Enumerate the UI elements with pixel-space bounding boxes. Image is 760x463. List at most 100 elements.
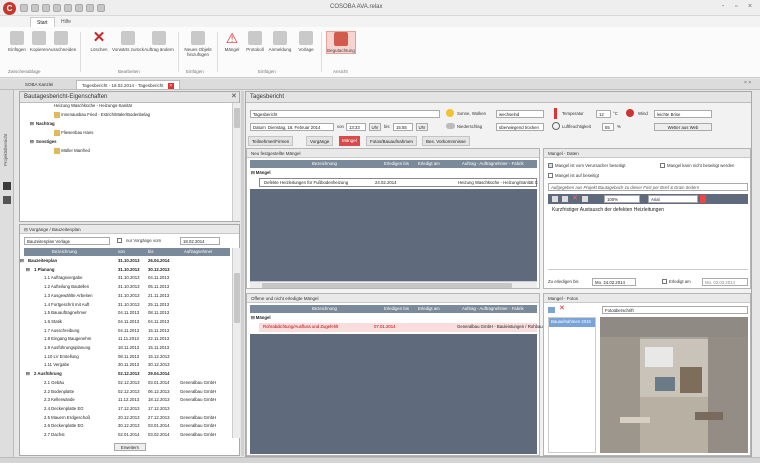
change-order-button[interactable]: Auftrag ändern	[144, 31, 174, 52]
report-tab[interactable]: Teilnehmer/Firmen	[248, 136, 294, 146]
report-tab[interactable]: Mängel	[339, 136, 360, 146]
col-header[interactable]: Erledigen bis	[384, 305, 409, 313]
plan-select[interactable]: Bauzeitenplan Vorlage	[24, 237, 110, 245]
tab-start[interactable]: Start	[30, 17, 55, 27]
list-group-header[interactable]: ⊟ Nachtrag	[30, 120, 55, 129]
col-header[interactable]: bis	[148, 248, 154, 256]
expand-button[interactable]: Erweitern	[114, 443, 146, 451]
copy-icon[interactable]	[562, 196, 568, 202]
close-panel-icon[interactable]: ✕	[231, 92, 237, 100]
from-time-field[interactable]: 13:33	[346, 123, 366, 131]
doc-tab-report[interactable]: Tagesbericht - 18.02.2014 - Tagesbericht…	[76, 80, 180, 89]
customize-icon[interactable]	[97, 4, 105, 12]
table-row[interactable]: 2.2 Bodenplatte 02.12.2013 06.12.2013 Gener…	[24, 388, 230, 397]
properties-scrollbar[interactable]	[232, 103, 240, 221]
temperature-field[interactable]: 12	[596, 110, 611, 118]
list-item[interactable]: Fliesenbau Hans	[54, 129, 93, 138]
col-header[interactable]: Bezeichnung	[52, 248, 77, 256]
col-header[interactable]: Erledigt am	[418, 305, 440, 313]
col-header[interactable]: Erledigen bis	[384, 160, 409, 168]
col-header[interactable]: Erledigt am	[418, 160, 440, 168]
maximize-button[interactable]: ▫	[735, 3, 737, 10]
rain-select[interactable]: überwiegend trocken	[496, 123, 544, 131]
done-date-field[interactable]: Mo. 03.03.2014	[702, 278, 748, 286]
inspection-button[interactable]: Begutachtung	[326, 31, 356, 54]
cut-button[interactable]: Ausschneiden	[48, 31, 76, 52]
font-select[interactable]: Arial	[648, 195, 698, 203]
table-row[interactable]: 2.7 Dachst 02.01.2014 03.02.2014 Generalbau…	[24, 431, 230, 440]
table-row[interactable]: 1.8 Eingang Baugenehm 11.11.2013 22.11.201…	[24, 335, 230, 344]
project-overview-label[interactable]: Projektübersicht	[3, 106, 11, 166]
add-object-button[interactable]: Neues Objekt hinzufügen	[182, 31, 214, 57]
to-uhr-button[interactable]: Uhr	[416, 123, 428, 131]
close-button[interactable]: ×	[748, 3, 752, 10]
due-date-field[interactable]: Mo. 24.02.2014	[592, 278, 636, 286]
cut-icon[interactable]	[552, 196, 558, 202]
table-row[interactable]: 2.3 Kellerwände 11.12.2013 18.12.2013 Gener…	[24, 396, 230, 405]
photo-preview[interactable]	[600, 317, 748, 453]
tab-hilfe[interactable]: Hilfe	[55, 17, 77, 27]
defect-note-field[interactable]: Aufgegeben aus Projekt Bautagebuch zu di…	[548, 183, 748, 191]
table-row[interactable]: 1.1 Auftragsvergabe 31.10.2013 04.11.2013	[24, 274, 230, 283]
photo-list-item[interactable]: Bauaufnahmen 2015	[549, 318, 595, 327]
table-row[interactable]: 1.3 Ausgewählte Arbeiten 31.10.2013 21.11.…	[24, 292, 230, 301]
table-row[interactable]: 1.10 LV Erstellung 08.11.2013 15.12.2013	[24, 353, 230, 362]
delete-icon[interactable]: ✕	[572, 195, 578, 203]
add-photo-icon[interactable]	[548, 307, 555, 313]
resolved-checkbox[interactable]	[548, 173, 553, 178]
table-row[interactable]: 1.9 Ausführungsplanung 18.11.2013 15.11.20…	[24, 344, 230, 353]
zoom-select[interactable]: 100%	[604, 195, 640, 203]
table-row[interactable]: 2.5 Mauern Erdgeschoß 20.12.2013 27.12.201…	[24, 414, 230, 423]
table-row[interactable]: 1.5 Bauauftragnehmer 04.11.2013 08.11.2013	[24, 309, 230, 318]
list-item[interactable]: Müller Manfred	[54, 147, 90, 156]
weather-select[interactable]: wechselnd	[496, 110, 544, 118]
scroll-thumb[interactable]	[262, 283, 512, 288]
expand-toggle[interactable]: ⊟	[26, 370, 30, 379]
save-icon[interactable]	[20, 4, 28, 12]
table-row[interactable]: 1.6 Statik 04.11.2013 04.11.2013	[24, 318, 230, 327]
group-row[interactable]: ⊟ Mängel	[251, 169, 271, 178]
humidity-field[interactable]: 55	[602, 123, 614, 131]
col-header[interactable]: Auftragnehmer	[184, 248, 212, 256]
move-button[interactable]: Vorwärts zurück	[112, 31, 144, 52]
panel-splitter[interactable]	[241, 91, 244, 456]
table-row[interactable]: 2.1 Gebäu 02.12.2013 03.01.2014 Generalbau …	[24, 379, 230, 388]
paste-icon[interactable]	[582, 196, 588, 202]
report-tab[interactable]: Vorgänge	[306, 136, 334, 146]
col-header[interactable]: von	[118, 248, 125, 256]
table-row[interactable]: 1.11 Vergabe 30.11.2013 30.12.2013	[24, 361, 230, 370]
delete-button[interactable]: ✕ Löschen	[86, 30, 112, 52]
open-icon[interactable]	[86, 4, 94, 12]
filter-date-field[interactable]: 18.02.2014	[180, 237, 220, 245]
report-type-select[interactable]: Tagesbericht	[250, 110, 440, 118]
defect-description[interactable]: Kurzfristiger Austausch der defekten Hei…	[552, 207, 664, 213]
list-item[interactable]: Innenausbau Fried - Estrich/Maler/Bodenb…	[54, 111, 150, 120]
app-menu-button[interactable]: C	[3, 2, 16, 15]
table-row[interactable]: Defekte Heizleitungen für Fußbodenheizun…	[259, 178, 538, 187]
close-tab-icon[interactable]: ×	[167, 83, 174, 89]
report-tab[interactable]: Bes. Vorkommnisse	[422, 136, 470, 146]
list-group-header[interactable]: ⊟ Sonstiges	[30, 138, 57, 147]
group-row[interactable]: ⊟ Mängel	[251, 314, 271, 323]
expand-toggle[interactable]: ⊟	[26, 266, 30, 275]
col-header[interactable]: Bezeichnung	[312, 160, 337, 168]
col-header[interactable]: Bezeichnung	[312, 305, 337, 313]
fixed-checkbox[interactable]	[548, 163, 553, 168]
table-row[interactable]: ⊟ 2 Ausführung 02.12.2013 29.04.2014	[24, 370, 230, 379]
list-item[interactable]: Heizung Waschküche - Heizungs-Sanitär	[54, 102, 132, 111]
col-header[interactable]: Auftrag - Auftragnehmer - Fabrik	[462, 305, 524, 313]
horizontal-scrollbar[interactable]	[250, 281, 537, 288]
table-row[interactable]: ⊟ Bauzeitenplan 31.10.2013 26.04.2014	[20, 257, 230, 266]
new-doc-icon[interactable]	[75, 4, 83, 12]
photo-caption-field[interactable]: Fotoüberschrift	[602, 306, 748, 314]
table-row[interactable]: 2.4 Deckenplatte EG 17.12.2013 17.12.2013	[24, 405, 230, 414]
scroll-thumb[interactable]	[234, 108, 240, 128]
minimize-button[interactable]: -	[722, 3, 724, 10]
report-tab[interactable]: Fotos/Bauaufnahmen	[366, 136, 418, 146]
table-row[interactable]: Rohrabdichtung/Ausfluss und Zugefehlt 07…	[259, 323, 543, 332]
undo-icon[interactable]	[31, 4, 39, 12]
filter-checkbox[interactable]	[117, 238, 122, 243]
redo-icon[interactable]	[42, 4, 50, 12]
to-time-field[interactable]: 15:55	[393, 123, 413, 131]
scroll-thumb[interactable]	[234, 273, 240, 323]
